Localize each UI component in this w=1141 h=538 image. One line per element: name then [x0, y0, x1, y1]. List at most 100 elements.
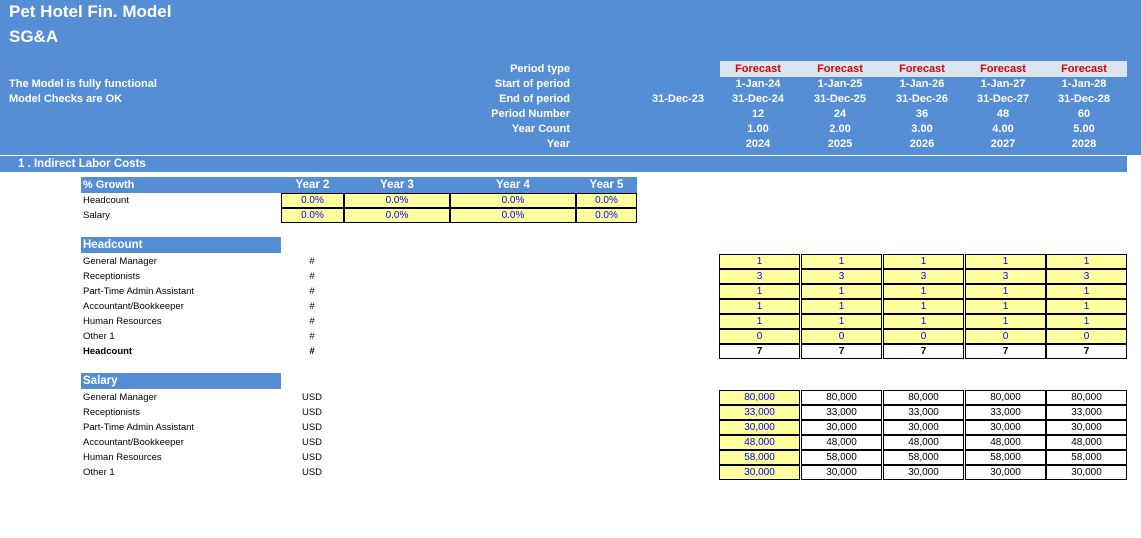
salary-cell[interactable]: 30,000 — [719, 465, 800, 480]
col2-year: 2025 — [827, 138, 853, 150]
salary-cell: 58,000 — [965, 450, 1046, 465]
col5-count: 5.00 — [1073, 123, 1095, 135]
headcount-cell[interactable]: 1 — [1046, 299, 1127, 314]
salary-cell: 48,000 — [965, 435, 1046, 450]
salary-cell: 33,000 — [1046, 405, 1127, 420]
salary-cell: 80,000 — [1046, 390, 1127, 405]
headcount-total-cell: 7 — [1046, 344, 1127, 359]
headcount-cell[interactable]: 3 — [719, 269, 800, 284]
headcount-cell[interactable]: 0 — [1046, 329, 1127, 344]
sal-unit: USD — [301, 467, 323, 478]
headcount-cell[interactable]: 3 — [883, 269, 964, 284]
status-functional: The Model is fully functional — [9, 78, 157, 90]
salary-title: Salary — [83, 375, 118, 387]
headcount-cell[interactable]: 1 — [1046, 314, 1127, 329]
sal-label-accountant: Accountant/Bookkeeper — [83, 437, 184, 448]
headcount-title-box: Headcount — [81, 237, 281, 253]
headcount-cell[interactable]: 1 — [883, 284, 964, 299]
status-checks: Model Checks are OK — [9, 93, 123, 105]
headcount-cell[interactable]: 0 — [883, 329, 964, 344]
label-year-count: Year Count — [511, 123, 570, 135]
growth-headcount-y5[interactable]: 0.0% — [576, 193, 637, 208]
section-header: 1 . Indirect Labor Costs — [0, 156, 1127, 172]
col4-start: 1-Jan-27 — [980, 78, 1026, 90]
label-start-period: Start of period — [494, 78, 570, 90]
growth-salary-y4[interactable]: 0.0% — [450, 208, 576, 223]
headcount-cell[interactable]: 1 — [1046, 254, 1127, 269]
col3-year: 2026 — [909, 138, 935, 150]
headcount-cell[interactable]: 1 — [965, 284, 1046, 299]
col2-type: Forecast — [817, 63, 863, 75]
headcount-cell[interactable]: 0 — [719, 329, 800, 344]
headcount-cell[interactable]: 0 — [965, 329, 1046, 344]
hc-label-total: Headcount — [83, 346, 133, 357]
salary-cell[interactable]: 58,000 — [719, 450, 800, 465]
headcount-cell[interactable]: 3 — [801, 269, 882, 284]
salary-cell: 30,000 — [883, 465, 964, 480]
hc-label-receptionists: Receptionists — [83, 271, 141, 282]
headcount-cell[interactable]: 1 — [883, 254, 964, 269]
salary-cell: 30,000 — [801, 465, 882, 480]
sal-label-other1: Other 1 — [83, 467, 115, 478]
sal-label-admin-assistant: Part-Time Admin Assistant — [83, 422, 195, 433]
salary-cell[interactable]: 48,000 — [719, 435, 800, 450]
growth-salary-y2[interactable]: 0.0% — [281, 208, 344, 223]
growth-salary-y5[interactable]: 0.0% — [576, 208, 637, 223]
headcount-cell[interactable]: 1 — [883, 314, 964, 329]
label-period-type: Period type — [510, 63, 570, 75]
headcount-cell[interactable]: 1 — [965, 314, 1046, 329]
salary-cell[interactable]: 80,000 — [719, 390, 800, 405]
col5-start: 1-Jan-28 — [1061, 78, 1107, 90]
salary-title-box: Salary — [81, 373, 281, 389]
salary-cell: 80,000 — [883, 390, 964, 405]
headcount-cell[interactable]: 1 — [801, 254, 882, 269]
headcount-cell[interactable]: 1 — [965, 254, 1046, 269]
headcount-cell[interactable]: 1 — [801, 314, 882, 329]
hc-label-admin-assistant: Part-Time Admin Assistant — [83, 286, 195, 297]
headcount-cell[interactable]: 1 — [719, 284, 800, 299]
col4-year: 2027 — [990, 138, 1016, 150]
headcount-cell[interactable]: 1 — [719, 314, 800, 329]
col2-period: 24 — [833, 108, 847, 120]
hc-unit: # — [309, 316, 315, 327]
growth-headcount-y3[interactable]: 0.0% — [344, 193, 450, 208]
hc-unit: # — [309, 271, 315, 282]
growth-title: % Growth — [83, 179, 135, 191]
salary-cell[interactable]: 33,000 — [719, 405, 800, 420]
headcount-cell[interactable]: 1 — [801, 299, 882, 314]
headcount-cell[interactable]: 1 — [719, 299, 800, 314]
salary-cell: 48,000 — [883, 435, 964, 450]
sal-unit: USD — [301, 422, 323, 433]
headcount-cell[interactable]: 3 — [965, 269, 1046, 284]
headcount-cell[interactable]: 3 — [1046, 269, 1127, 284]
col3-type: Forecast — [899, 63, 945, 75]
hc-unit: # — [309, 256, 315, 267]
col1-period: 12 — [751, 108, 765, 120]
salary-cell: 58,000 — [883, 450, 964, 465]
headcount-cell[interactable]: 0 — [801, 329, 882, 344]
headcount-cell[interactable]: 1 — [883, 299, 964, 314]
col5-year: 2028 — [1071, 138, 1097, 150]
salary-cell: 58,000 — [801, 450, 882, 465]
sal-label-human-resources: Human Resources — [83, 452, 162, 463]
salary-cell: 80,000 — [965, 390, 1046, 405]
growth-salary-y3[interactable]: 0.0% — [344, 208, 450, 223]
growth-year2-header: Year 2 — [281, 177, 344, 193]
salary-cell: 30,000 — [1046, 465, 1127, 480]
headcount-cell[interactable]: 1 — [965, 299, 1046, 314]
hc-unit: # — [309, 286, 315, 297]
growth-year4-header: Year 4 — [450, 177, 576, 193]
col2-end: 31-Dec-25 — [814, 93, 866, 105]
headcount-total-cell: 7 — [719, 344, 800, 359]
headcount-cell[interactable]: 1 — [719, 254, 800, 269]
growth-year5-header: Year 5 — [576, 177, 637, 193]
salary-cell: 30,000 — [801, 420, 882, 435]
growth-headcount-y4[interactable]: 0.0% — [450, 193, 576, 208]
salary-cell[interactable]: 30,000 — [719, 420, 800, 435]
col4-type: Forecast — [980, 63, 1026, 75]
headcount-cell[interactable]: 1 — [1046, 284, 1127, 299]
headcount-cell[interactable]: 1 — [801, 284, 882, 299]
growth-headcount-y2[interactable]: 0.0% — [281, 193, 344, 208]
col4-count: 4.00 — [992, 123, 1014, 135]
col1-year: 2024 — [745, 138, 771, 150]
